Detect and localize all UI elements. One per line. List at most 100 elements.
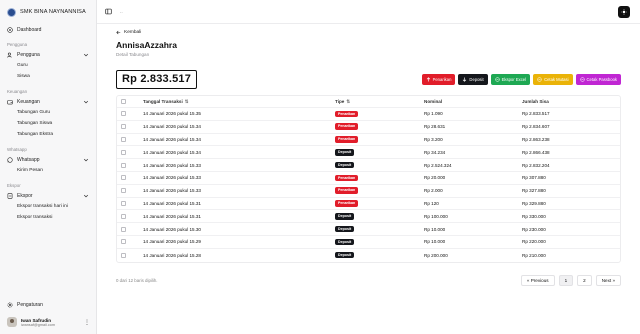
cell-date: 14 Januari 2026 pukul 15.34 [143, 124, 201, 130]
chevron-down-icon [83, 158, 89, 161]
sidebar-item-ekspor-hari-ini[interactable]: Ekspor transaksi hari ini [0, 201, 96, 212]
cell-date: 14 Januari 2026 pukul 15.31 [143, 213, 201, 219]
dashboard-icon [7, 26, 13, 33]
cell-sisa: Rp 2.863.238 [522, 136, 550, 142]
table-row[interactable]: 14 Januari 2026 pukul 15.33 Deposit Rp 2.5… [117, 159, 620, 172]
sidebar-item-ekspor[interactable]: Ekspor [0, 190, 96, 201]
cell-sisa: Rp 307.880 [522, 175, 546, 181]
penarikan-button[interactable]: Penarikan [421, 73, 456, 85]
cell-sisa: Rp 329.880 [522, 200, 546, 206]
sidebar-item-whatsapp[interactable]: Whatsapp [0, 154, 96, 165]
breadcrumb: .. [120, 8, 123, 15]
page-subtitle: Detail Tabungan [116, 52, 150, 57]
cell-nominal: Rp 34.234 [424, 149, 446, 155]
school-logo-icon [7, 7, 16, 17]
cell-nominal: Rp 10.000 [424, 226, 446, 232]
more-vertical-icon[interactable]: ⋮ [84, 319, 90, 326]
cell-date: 14 Januari 2026 pukul 15.30 [143, 226, 201, 232]
table-row[interactable]: 14 Januari 2026 pukul 15.31 Penarikan Rp 1… [117, 198, 620, 211]
row-checkbox[interactable] [121, 111, 126, 117]
table-row[interactable]: 14 Januari 2026 pukul 15.33 Penarikan Rp 2… [117, 185, 620, 198]
column-header-type[interactable]: Tipe ⇅ [335, 99, 424, 105]
sidebar-item-ekspor-transaksi[interactable]: Ekspor transaksi [0, 212, 96, 223]
column-header-date[interactable]: Tanggal Transaksi ⇅ [143, 99, 335, 105]
page-1-button[interactable]: 1 [558, 275, 574, 287]
sidebar-item-dashboard[interactable]: Dashboard [0, 24, 96, 35]
type-badge: Penarikan [335, 110, 359, 118]
table-row[interactable]: 14 Januari 2026 pukul 15.30 Deposit Rp 10.… [117, 223, 620, 236]
sidebar-item-tabungan-ekstra[interactable]: Tabungan Ekstra [0, 129, 96, 140]
type-badge: Penarikan [335, 174, 359, 182]
cell-sisa: Rp 220.000 [522, 239, 546, 245]
sidebar-item-tabungan-guru[interactable]: Tabungan Guru [0, 107, 96, 118]
chevron-down-icon [83, 100, 89, 103]
sidebar-item-pengguna[interactable]: Pengguna [0, 49, 96, 60]
theme-toggle-button[interactable] [618, 6, 630, 18]
cell-sisa: Rp 2.866.438 [522, 149, 550, 155]
table-row[interactable]: 14 Januari 2026 pukul 15.28 Deposit Rp 200… [117, 249, 620, 262]
table-row[interactable]: 14 Januari 2026 pukul 15.34 Deposit Rp 34.… [117, 146, 620, 160]
table-row[interactable]: 14 Januari 2026 pukul 15.34 Penarikan Rp 2… [117, 121, 620, 134]
sidebar-item-siswa[interactable]: Siswa [0, 71, 96, 82]
button-label: Penarikan [432, 76, 452, 82]
wallet-icon [7, 99, 13, 104]
row-checkbox[interactable] [121, 252, 126, 258]
cell-nominal: Rp 2.000 [424, 188, 443, 194]
row-checkbox[interactable] [121, 149, 126, 155]
table-row[interactable]: 14 Januari 2026 pukul 15.35 Penarikan Rp 1… [117, 108, 620, 121]
back-link[interactable]: Kembali [116, 28, 621, 37]
row-checkbox[interactable] [121, 124, 126, 130]
sidebar-item-pengaturan[interactable]: Pengaturan [0, 299, 97, 310]
type-badge: Penarikan [335, 123, 359, 130]
type-badge: Deposit [335, 225, 355, 233]
cell-sisa: Rp 2.833.517 [522, 111, 550, 117]
row-checkbox[interactable] [121, 175, 126, 181]
ekspor-excel-button[interactable]: Ekspor Excel [490, 73, 531, 85]
transactions-table: Tanggal Transaksi ⇅ Tipe ⇅ Nominal Jumlah … [116, 95, 621, 263]
export-icon [7, 192, 13, 199]
users-icon [7, 52, 12, 58]
table-row[interactable]: 14 Januari 2026 pukul 15.31 Deposit Rp 100… [117, 210, 620, 224]
cell-date: 14 Januari 2026 pukul 15.29 [143, 239, 201, 245]
sidebar-item-kirim-pesan[interactable]: Kirim Pesan [0, 165, 96, 176]
next-page-button[interactable]: Next » [595, 275, 621, 287]
cell-nominal: Rp 1.090 [424, 111, 443, 117]
sidebar-item-label: Pengguna [17, 51, 40, 58]
row-checkbox[interactable] [121, 162, 126, 168]
select-all-checkbox[interactable] [121, 99, 126, 104]
cell-date: 14 Januari 2026 pukul 15.28 [143, 252, 201, 258]
whatsapp-icon [7, 156, 13, 163]
chevron-down-icon [83, 53, 89, 56]
sidebar-item-label: Pengaturan [17, 301, 43, 308]
cetak-mutasi-button[interactable]: Cetak Mutasi [533, 73, 573, 85]
type-badge: Deposit [335, 251, 355, 259]
sort-icon: ⇅ [346, 98, 351, 104]
page-2-button[interactable]: 2 [577, 275, 592, 287]
cell-nominal: Rp 100.000 [424, 213, 448, 219]
cell-date: 14 Januari 2026 pukul 15.34 [143, 136, 201, 142]
sidebar-toggle-icon[interactable] [105, 8, 112, 15]
sidebar-item-keuangan[interactable]: Keuangan [0, 96, 96, 107]
row-checkbox[interactable] [121, 188, 126, 194]
previous-page-button[interactable]: « Previous [520, 275, 555, 287]
deposit-button[interactable]: Deposit [458, 73, 488, 85]
chevron-down-icon [83, 194, 89, 197]
row-checkbox[interactable] [121, 239, 126, 245]
sidebar-item-guru[interactable]: Guru [0, 60, 96, 71]
section-label-whatsapp: Whatsapp [7, 147, 27, 152]
row-checkbox[interactable] [121, 200, 126, 206]
button-label: Cetak Passbook [586, 76, 618, 82]
row-checkbox[interactable] [121, 136, 126, 142]
user-menu[interactable]: Iwan Safrudin iwansaf@gmail.com ⋮ [0, 313, 97, 334]
cell-date: 14 Januari 2026 pukul 15.33 [143, 175, 201, 181]
cetak-passbook-button[interactable]: Cetak Passbook [575, 73, 621, 85]
cell-nominal: Rp 10.000 [424, 239, 446, 245]
table-row[interactable]: 14 Januari 2026 pukul 15.29 Deposit Rp 10.… [117, 236, 620, 249]
table-row[interactable]: 14 Januari 2026 pukul 15.33 Penarikan Rp 2… [117, 172, 620, 185]
sidebar-item-tabungan-siswa[interactable]: Tabungan Siswa [0, 118, 96, 129]
section-label-pengguna: Pengguna [7, 42, 28, 47]
brand[interactable]: SMK BINA NAYNANNISA [0, 0, 96, 24]
row-checkbox[interactable] [121, 213, 126, 219]
row-checkbox[interactable] [121, 226, 126, 232]
table-row[interactable]: 14 Januari 2026 pukul 15.34 Penarikan Rp 3… [117, 134, 620, 147]
